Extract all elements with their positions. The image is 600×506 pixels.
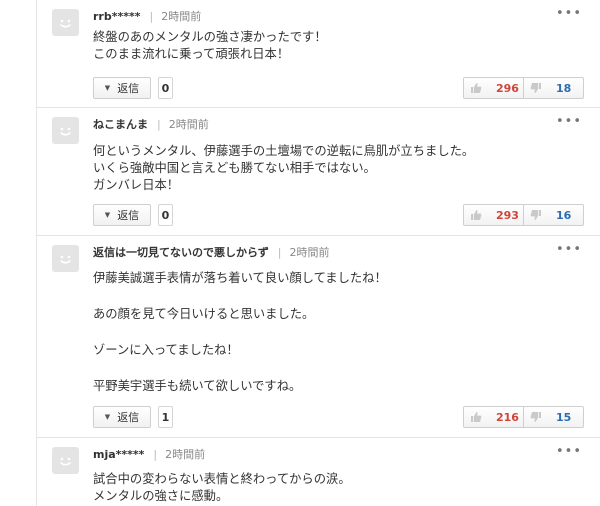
thumbs-down-icon: [530, 209, 542, 221]
like-button[interactable]: 293: [463, 204, 524, 226]
avatar[interactable]: [52, 117, 79, 144]
timestamp: 2時間前: [168, 118, 209, 131]
timestamp: 2時間前: [161, 10, 202, 23]
like-count: 216: [496, 410, 519, 424]
reply-label: 返信: [117, 82, 140, 95]
avatar[interactable]: [52, 245, 79, 272]
reply-button[interactable]: ▼ 返信: [93, 204, 151, 226]
comment-meta: rrb***** | 2時間前: [93, 10, 201, 24]
thumbs-down-icon: [530, 82, 542, 94]
dislike-count: 18: [556, 81, 572, 95]
timestamp: 2時間前: [289, 246, 330, 259]
like-button[interactable]: 296: [463, 77, 524, 99]
like-button[interactable]: 216: [463, 406, 524, 428]
comment-line: ガンバレ日本！: [93, 178, 180, 192]
default-smiley-avatar-icon: [60, 457, 71, 466]
username[interactable]: 返信は一切見てないので悪しからず: [93, 246, 269, 259]
reply-count[interactable]: 1: [158, 406, 173, 428]
vote-buttons: 296 18: [463, 77, 584, 99]
meta-separator: |: [277, 246, 282, 259]
like-count: 296: [496, 81, 519, 95]
comment-line: [93, 359, 387, 377]
comment-line: いくら強敵中国と言えども勝てない相手ではない。: [93, 161, 376, 175]
reply-count[interactable]: 0: [158, 77, 173, 99]
comment-body: 終盤のあのメンタルの強さ凄かったです！ このまま流れに乗って頑張れ日本！: [93, 29, 327, 63]
avatar[interactable]: [52, 447, 79, 474]
dislike-count: 15: [556, 410, 572, 424]
comment-line: ゾーンに入ってましたね！: [93, 343, 239, 357]
comment-line: このまま流れに乗って頑張れ日本！: [93, 47, 290, 61]
comment-body: 試合中の変わらない表情と終わってからの涙。 メンタルの強さに感動。: [93, 471, 351, 505]
reply-button[interactable]: ▼ 返信: [93, 406, 151, 428]
more-options-icon[interactable]: •••: [556, 7, 582, 20]
reply-button[interactable]: ▼ 返信: [93, 77, 151, 99]
comment-meta: 返信は一切見てないので悪しからず | 2時間前: [93, 246, 330, 260]
like-count: 293: [496, 208, 519, 222]
dislike-button[interactable]: 16: [524, 204, 584, 226]
dislike-button[interactable]: 18: [524, 77, 584, 99]
comment-meta: mja***** | 2時間前: [93, 448, 205, 462]
username[interactable]: mja*****: [93, 448, 144, 461]
comment-item: mja***** | 2時間前 ••• 試合中の変わらない表情と終わってからの涙。 …: [37, 438, 600, 506]
default-smiley-avatar-icon: [60, 127, 71, 136]
triangle-down-icon: ▼: [104, 84, 111, 92]
timestamp: 2時間前: [165, 448, 206, 461]
meta-separator: |: [157, 118, 161, 131]
username[interactable]: rrb*****: [93, 10, 141, 23]
meta-separator: |: [149, 10, 154, 23]
comment-item: rrb***** | 2時間前 ••• 終盤のあのメンタルの強さ凄かったです！ この…: [37, 0, 600, 108]
thumbs-up-icon: [470, 209, 482, 221]
thumbs-down-icon: [530, 411, 542, 423]
vote-buttons: 293 16: [463, 204, 584, 226]
comment-line: 試合中の変わらない表情と終わってからの涙。: [93, 472, 351, 486]
thumbs-up-icon: [470, 82, 482, 94]
reply-label: 返信: [117, 411, 140, 424]
comment-line: 終盤のあのメンタルの強さ凄かったです！: [93, 30, 327, 44]
comment-line: メンタルの強さに感動。: [93, 489, 229, 503]
comment-line: [93, 323, 387, 341]
comment-line: [93, 287, 387, 305]
comment-line: 伊藤美誠選手表情が落ち着いて良い顔してましたね！: [93, 271, 387, 285]
vote-buttons: 216 15: [463, 406, 584, 428]
comment-body: 伊藤美誠選手表情が落ち着いて良い顔してましたね！ あの顔を見て今日いけると思いま…: [93, 269, 387, 395]
avatar[interactable]: [52, 9, 79, 36]
dislike-count: 16: [556, 208, 572, 222]
comment-item: ねこまんま | 2時間前 ••• 何というメンタル、伊藤選手の土壇場での逆転に鳥肌が…: [37, 108, 600, 236]
comment-line: あの顔を見て今日いけると思いました。: [93, 307, 315, 321]
comment-line: 平野美宇選手も続いて欲しいですね。: [93, 379, 302, 393]
triangle-down-icon: ▼: [104, 211, 111, 219]
comment-item: 返信は一切見てないので悪しからず | 2時間前 ••• 伊藤美誠選手表情が落ち着いて…: [37, 236, 600, 438]
more-options-icon[interactable]: •••: [556, 243, 582, 256]
comment-body: 何というメンタル、伊藤選手の土壇場での逆転に鳥肌が立ちました。 いくら強敵中国と…: [93, 143, 474, 194]
username[interactable]: ねこまんま: [93, 118, 148, 131]
thumbs-up-icon: [470, 411, 482, 423]
reply-count[interactable]: 0: [158, 204, 173, 226]
reply-label: 返信: [117, 209, 140, 222]
comment-meta: ねこまんま | 2時間前: [93, 118, 209, 132]
default-smiley-avatar-icon: [60, 19, 71, 28]
default-smiley-avatar-icon: [60, 255, 71, 264]
more-options-icon[interactable]: •••: [556, 445, 582, 458]
triangle-down-icon: ▼: [104, 413, 111, 421]
meta-separator: |: [153, 448, 158, 461]
comment-line: 何というメンタル、伊藤選手の土壇場での逆転に鳥肌が立ちました。: [93, 144, 475, 158]
more-options-icon[interactable]: •••: [556, 115, 582, 128]
dislike-button[interactable]: 15: [524, 406, 584, 428]
